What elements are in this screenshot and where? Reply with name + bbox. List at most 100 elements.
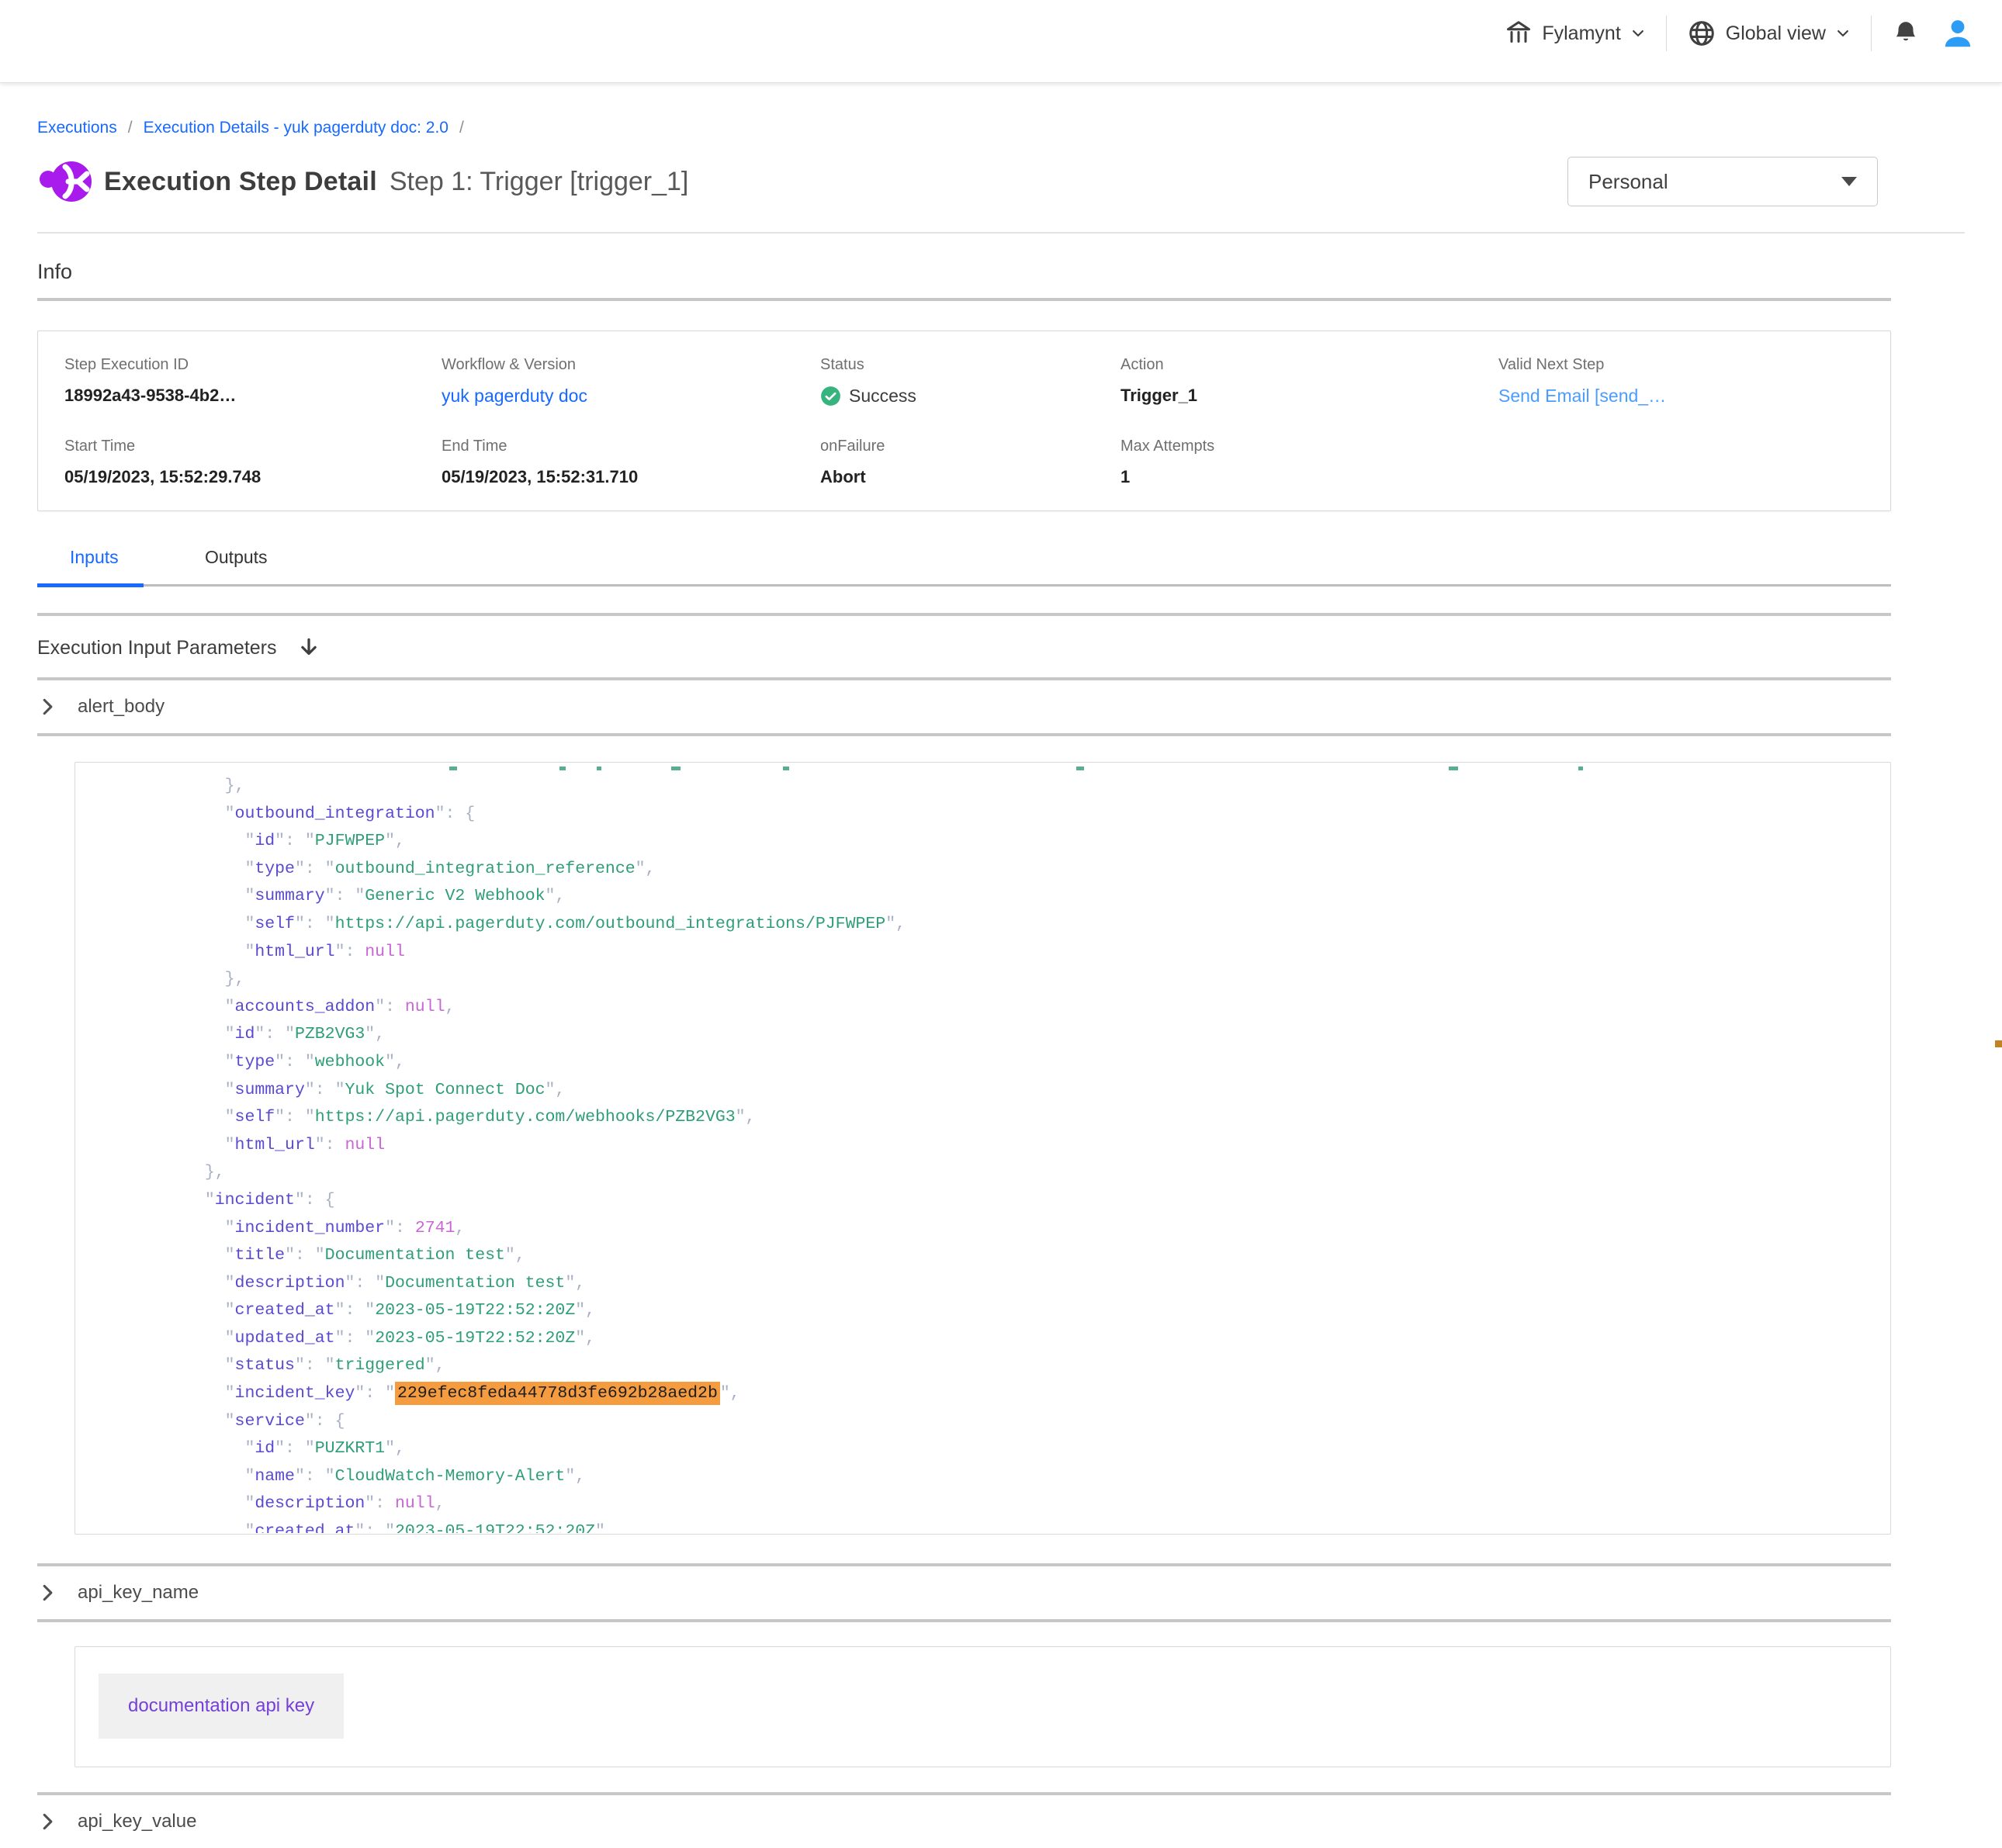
section-divider	[37, 733, 1891, 736]
field-label: Action	[1120, 356, 1498, 374]
code-line: "summary": "Yuk Spot Connect Doc",	[85, 1077, 1890, 1105]
top-header: Fylamynt Global view	[0, 0, 2002, 83]
expander-api-key-value[interactable]: api_key_value	[37, 1795, 1891, 1848]
view-label: Global view	[1726, 22, 1826, 45]
code-line: },	[85, 966, 1890, 994]
code-line: "description": "Documentation test",	[85, 1270, 1890, 1298]
chevron-right-icon	[37, 1583, 57, 1603]
expander-label: api_key_name	[78, 1582, 199, 1604]
code-line: "title": "Documentation test",	[85, 1242, 1890, 1270]
breadcrumb: Executions / Execution Details - yuk pag…	[37, 119, 1965, 137]
info-field: Max Attempts 1	[1120, 438, 1498, 487]
code-line: "incident_key": "229efec8feda44778d3fe69…	[85, 1380, 1890, 1408]
code-line: "status": "triggered",	[85, 1352, 1890, 1380]
code-line: "incident": {	[85, 1187, 1890, 1215]
status-text: Success	[849, 386, 916, 407]
code-line: "description": null,	[85, 1490, 1890, 1518]
code-line: "service": {	[85, 1408, 1890, 1436]
breadcrumb-separator: /	[128, 119, 133, 137]
tab-inputs[interactable]: Inputs	[70, 547, 119, 568]
field-value: 05/19/2023, 15:52:31.710	[442, 467, 820, 487]
info-field: Action Trigger_1	[1120, 356, 1498, 407]
code-line: "type": "outbound_integration_reference"…	[85, 856, 1890, 884]
user-avatar-icon[interactable]	[1940, 16, 1976, 51]
api-key-name-value-card: documentation api key	[74, 1646, 1891, 1767]
info-field: Step Execution ID 18992a43-9538-4b2…	[64, 356, 442, 407]
title-divider	[37, 232, 1965, 234]
scope-select[interactable]: Personal	[1567, 157, 1878, 206]
field-label: Workflow & Version	[442, 356, 820, 374]
params-heading-row: Execution Input Parameters	[37, 633, 1965, 663]
info-grid: Step Execution ID 18992a43-9538-4b2…Workf…	[64, 356, 1864, 487]
breadcrumb-link-executions[interactable]: Executions	[37, 119, 117, 137]
code-line: "self": "https://api.pagerduty.com/outbo…	[85, 911, 1890, 939]
download-icon[interactable]	[297, 636, 320, 659]
code-line: "type": "webhook",	[85, 1049, 1890, 1077]
field-value: 05/19/2023, 15:52:29.748	[64, 467, 442, 487]
expander-api-key-name[interactable]: api_key_name	[37, 1566, 1891, 1619]
field-value[interactable]: yuk pagerduty doc	[442, 386, 820, 407]
org-switcher[interactable]: Fylamynt	[1505, 19, 1645, 47]
org-label: Fylamynt	[1542, 22, 1620, 45]
chevron-right-icon	[37, 1812, 57, 1832]
search-highlight: 229efec8feda44778d3fe692b28aed2b	[395, 1382, 720, 1405]
info-field: onFailure Abort	[820, 438, 1120, 487]
code-line: "name": "CloudWatch-Memory-Alert",	[85, 1463, 1890, 1491]
field-label: Start Time	[64, 438, 442, 455]
chevron-down-icon	[1630, 26, 1646, 41]
expander-label: alert_body	[78, 696, 165, 718]
code-line: "created_at": "2023-05-19T22:52:20Z",	[85, 1518, 1890, 1533]
scope-select-value: Personal	[1588, 170, 1668, 194]
code-line: "html_url": null	[85, 1132, 1890, 1160]
json-code-block: }, "outbound_integration": { "id": "PJFW…	[74, 762, 1891, 1535]
success-check-icon	[820, 386, 841, 407]
chevron-right-icon	[37, 697, 57, 717]
expander-alert-body[interactable]: alert_body	[37, 680, 1891, 733]
code-line: "outbound_integration": {	[85, 801, 1890, 829]
code-line: "summary": "Generic V2 Webhook",	[85, 883, 1890, 911]
fylamynt-logo-icon	[37, 156, 93, 207]
field-label: Step Execution ID	[64, 356, 442, 374]
info-field: Workflow & Version yuk pagerduty doc	[442, 356, 820, 407]
field-value: 1	[1120, 467, 1498, 487]
code-line: "updated_at": "2023-05-19T22:52:20Z",	[85, 1325, 1890, 1353]
code-line: "created_at": "2023-05-19T22:52:20Z",	[85, 1297, 1890, 1325]
tab-outputs[interactable]: Outputs	[205, 547, 268, 568]
expander-label: api_key_value	[78, 1811, 196, 1832]
header-divider	[1871, 16, 1872, 51]
field-label: Status	[820, 356, 1120, 374]
params-heading: Execution Input Parameters	[37, 637, 277, 659]
field-value: 18992a43-9538-4b2…	[64, 386, 442, 406]
info-field: End Time05/19/2023, 15:52:31.710	[442, 438, 820, 487]
field-value[interactable]: Send Email [send_…	[1498, 386, 1864, 407]
code-line: "id": "PUZKRT1",	[85, 1435, 1890, 1463]
clipped-code-line: "created_at": "2023-05-19T22:52:20Z",	[85, 1518, 1890, 1533]
page-title: Execution Step Detail	[104, 167, 377, 197]
code-line: "incident_number": 2741,	[85, 1215, 1890, 1243]
code-line: "html_url": null	[85, 939, 1890, 967]
section-divider	[37, 613, 1891, 616]
field-label: Max Attempts	[1120, 438, 1498, 455]
info-field: Valid Next StepSend Email [send_…	[1498, 356, 1864, 407]
view-switcher[interactable]: Global view	[1687, 19, 1851, 48]
field-value: Trigger_1	[1120, 386, 1498, 406]
section-divider	[37, 1619, 1891, 1622]
tab-bar: Inputs Outputs	[37, 547, 1891, 587]
api-key-name-chip: documentation api key	[99, 1673, 344, 1739]
info-field: Status Success	[820, 356, 1120, 407]
field-label: onFailure	[820, 438, 1120, 455]
notifications-bell-icon[interactable]	[1892, 19, 1920, 47]
breadcrumb-separator: /	[459, 119, 464, 137]
code-line: "self": "https://api.pagerduty.com/webho…	[85, 1104, 1890, 1132]
globe-icon	[1687, 19, 1716, 48]
code-line: "id": "PZB2VG3",	[85, 1021, 1890, 1049]
field-value: Abort	[820, 467, 1120, 487]
scrollbar-highlight-marker	[1995, 1040, 2002, 1047]
info-field: Start Time 05/19/2023, 15:52:29.748	[64, 438, 442, 487]
code-content: }, "outbound_integration": { "id": "PJFW…	[85, 773, 1890, 1533]
tab-strip-line	[144, 584, 1891, 587]
field-value: Success	[820, 386, 1120, 407]
breadcrumb-link-execution-details[interactable]: Execution Details - yuk pagerduty doc: 2…	[144, 119, 449, 137]
clipped-code-line	[85, 763, 1890, 773]
caret-down-icon	[1841, 177, 1857, 186]
